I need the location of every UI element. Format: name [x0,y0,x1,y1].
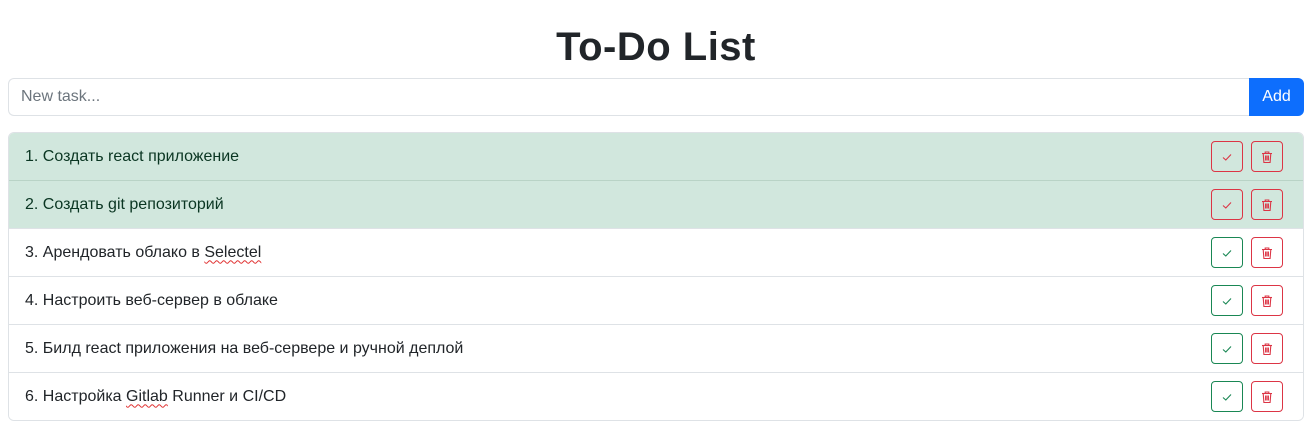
spellcheck-flagged-word: Gitlab [126,387,168,405]
trash-icon [1262,198,1272,211]
delete-task-button[interactable] [1251,285,1283,316]
task-item: 5. Билд react приложения на веб-сервере … [9,324,1303,372]
delete-task-button[interactable] [1251,333,1283,364]
check-icon [1222,393,1232,401]
task-actions [1211,381,1283,412]
add-task-button[interactable]: Add [1249,78,1304,116]
check-icon [1222,201,1232,209]
complete-task-button[interactable] [1211,333,1243,364]
task-text: 5. Билд react приложения на веб-сервере … [25,339,464,357]
trash-icon [1262,342,1272,355]
task-text: 1. Создать react приложение [25,147,240,165]
new-task-form: Add [8,78,1304,116]
task-text: 3. Арендовать облако в Selectel [25,243,262,261]
trash-icon [1262,246,1272,259]
check-icon [1222,297,1232,305]
complete-task-button[interactable] [1211,141,1243,172]
trash-icon [1262,150,1272,163]
spellcheck-flagged-word: Selectel [204,243,262,261]
task-actions [1211,333,1283,364]
task-item: 1. Создать react приложение [9,133,1303,180]
complete-task-button[interactable] [1211,285,1243,316]
task-actions [1211,237,1283,268]
task-item: 6. Настройка Gitlab Runner и CI/CD [9,372,1303,420]
delete-task-button[interactable] [1251,381,1283,412]
task-text: 6. Настройка Gitlab Runner и CI/CD [25,387,287,405]
check-icon [1222,153,1232,161]
new-task-input[interactable] [8,78,1249,116]
complete-task-button[interactable] [1211,189,1243,220]
todo-app: To-Do List Add 1. Создать react приложен… [0,0,1312,433]
complete-task-button[interactable] [1211,381,1243,412]
trash-icon [1262,294,1272,307]
delete-task-button[interactable] [1251,237,1283,268]
task-item: 4. Настроить веб-сервер в облаке [9,276,1303,324]
task-text: 2. Создать git репозиторий [25,195,224,213]
check-icon [1222,249,1232,257]
delete-task-button[interactable] [1251,141,1283,172]
page-title: To-Do List [556,25,756,69]
delete-task-button[interactable] [1251,189,1283,220]
trash-icon [1262,390,1272,403]
complete-task-button[interactable] [1211,237,1243,268]
task-item: 2. Создать git репозиторий [9,180,1303,228]
check-icon [1222,345,1232,353]
task-actions [1211,141,1283,172]
task-actions [1211,285,1283,316]
task-list: 1. Создать react приложение 2. Создать g… [8,132,1304,421]
task-actions [1211,189,1283,220]
task-item: 3. Арендовать облако в Selectel [9,228,1303,276]
task-text: 4. Настроить веб-сервер в облаке [25,291,278,309]
